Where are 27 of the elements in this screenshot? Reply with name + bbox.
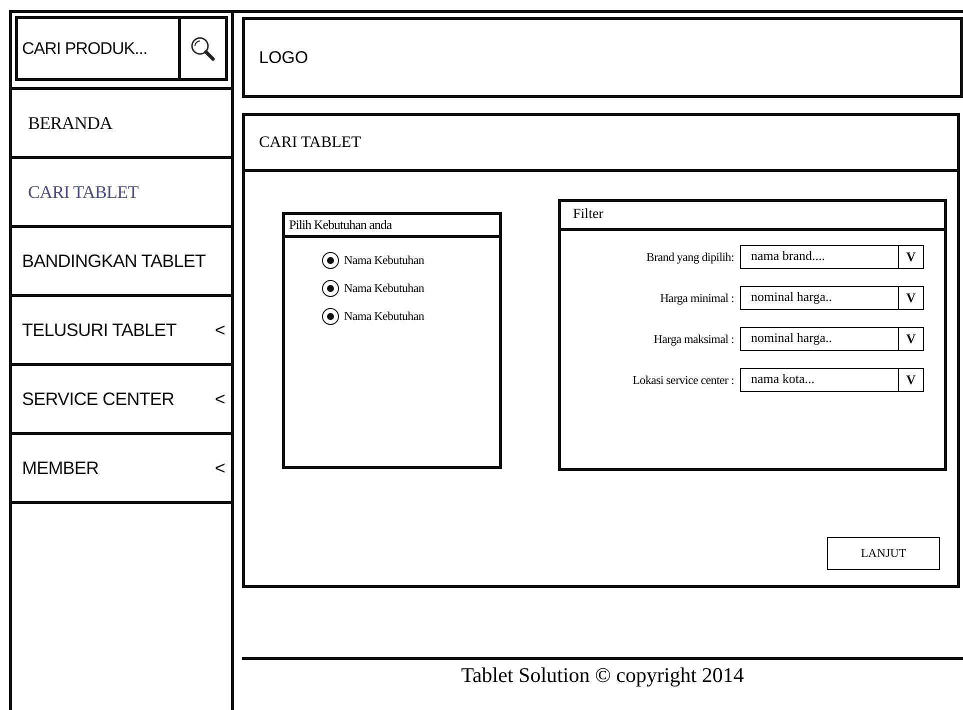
needs-title: Pilih Kebutuhan anda [289, 217, 392, 232]
nav-item[interactable]: SERVICE CENTER < [12, 366, 231, 435]
field-label: Harga minimal : [660, 290, 734, 306]
radio-label: Nama Kebutuhan [344, 309, 424, 324]
filter-title: Filter [573, 207, 604, 222]
nav-item[interactable]: MEMBER < [12, 435, 231, 504]
chevron-icon: < [214, 388, 225, 410]
search-field[interactable]: CARI PRODUK... [15, 16, 228, 81]
logo: LOGO [259, 48, 308, 68]
nav-item[interactable]: BERANDA [12, 90, 231, 159]
radio-button[interactable] [322, 252, 339, 269]
chevron-icon: < [214, 458, 225, 478]
radio-label: Nama Kebutuhan [344, 253, 424, 268]
radio-label: Nama Kebutuhan [344, 281, 424, 296]
next-button[interactable]: LANJUT [827, 537, 940, 570]
nav-item[interactable]: CARI TABLET [12, 159, 231, 228]
copyright-text: Tablet Solution © copyright 2014 [461, 663, 744, 688]
radio-button[interactable] [322, 308, 339, 325]
field-label: Harga maksimal : [654, 332, 734, 346]
panel-title: CARI TABLET [259, 134, 361, 152]
field-label: Brand yang dipilih: [646, 250, 734, 264]
radio-button[interactable] [322, 280, 339, 297]
field-label: Lokasi service center : [632, 372, 734, 388]
nav-item[interactable]: BANDINGKAN TABLET [12, 228, 231, 297]
search-icon [190, 36, 216, 62]
chevron-icon: < [214, 320, 225, 340]
nav-item[interactable]: TELUSURI TABLET < [12, 297, 231, 366]
